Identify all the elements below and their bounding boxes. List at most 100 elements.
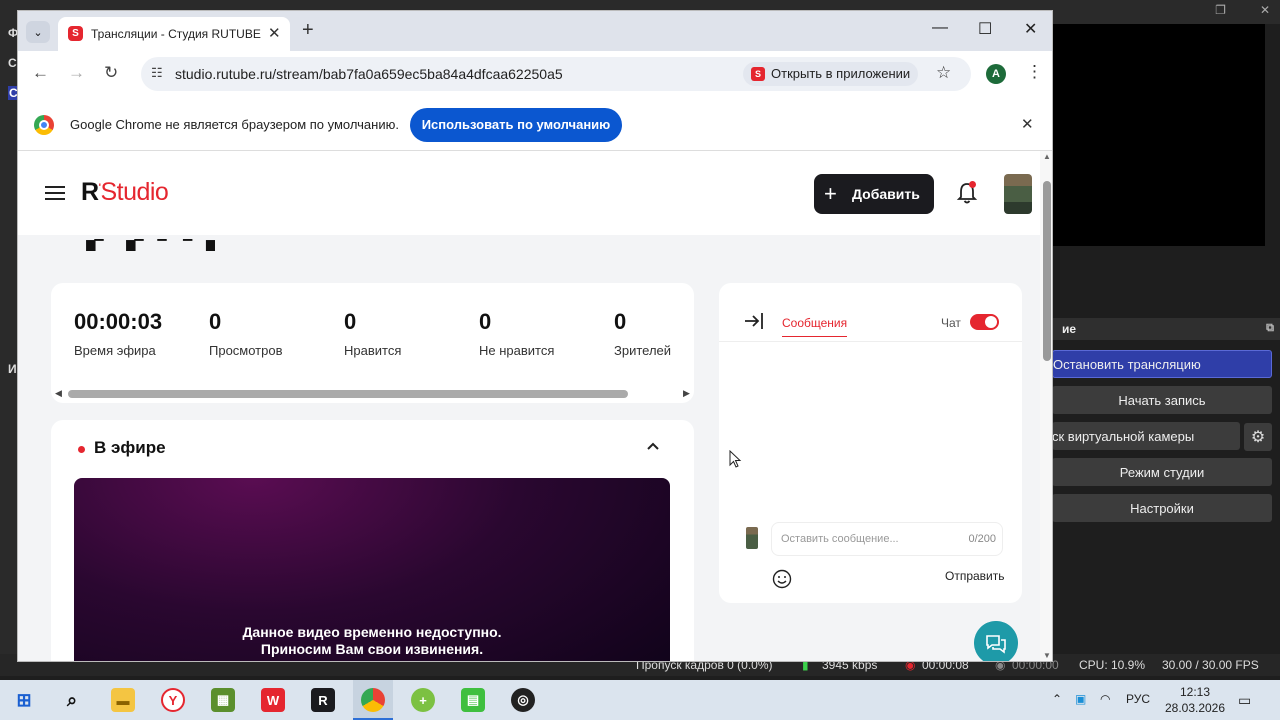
start-record-button[interactable]: Начать запись: [1052, 386, 1272, 414]
obs-icon[interactable]: ◎: [511, 688, 535, 712]
stat-airtime: 00:00:03 Время эфира: [74, 309, 162, 358]
open-in-app-label: Открыть в приложении: [771, 66, 911, 81]
add-button[interactable]: + Добавить: [814, 174, 934, 214]
clock-time: 12:13: [1179, 685, 1211, 699]
obs-preview: [1053, 24, 1265, 246]
open-in-app-button[interactable]: S Открыть в приложении: [743, 62, 919, 86]
user-avatar[interactable]: [1004, 174, 1032, 214]
chevron-up-icon[interactable]: [645, 438, 661, 454]
rutube-app-icon: S: [751, 67, 765, 81]
clock[interactable]: 12:13 28.03.2026: [1160, 684, 1230, 716]
stat-label: Не нравится: [479, 343, 555, 358]
tab-search-chevron-icon[interactable]: ⌄: [26, 21, 50, 43]
chat-message-input[interactable]: Оставить сообщение... 0/200: [771, 522, 1003, 556]
tab-rutube-studio[interactable]: S Трансляции - Студия RUTUBE ✕: [58, 17, 290, 51]
tab-close-icon[interactable]: ✕: [268, 24, 281, 42]
stat-value: 0: [344, 309, 357, 334]
minimize-icon[interactable]: —: [932, 19, 948, 37]
language-indicator[interactable]: РУС: [1126, 692, 1150, 706]
chat-toggle[interactable]: [970, 314, 999, 330]
wps-office-icon[interactable]: W: [261, 688, 285, 712]
obs-close-icon[interactable]: ✕: [1260, 3, 1270, 17]
help-chat-icon[interactable]: [974, 621, 1018, 662]
stat-label: Просмотров: [209, 343, 283, 358]
tab-title: Трансляции - Студия RUTUBE: [91, 27, 261, 41]
logo-studio: Studio: [100, 178, 169, 206]
tab-messages[interactable]: Сообщения: [782, 316, 848, 337]
gear-icon[interactable]: ⚙: [1244, 423, 1272, 451]
scroll-up-icon[interactable]: ▲: [1043, 152, 1051, 161]
rutube-icon[interactable]: R: [311, 688, 335, 712]
stat-likes: 0 Нравится: [344, 309, 401, 358]
menu-kebab-icon[interactable]: ⋮: [1026, 62, 1043, 82]
chrome-window: ⌄ S Трансляции - Студия RUTUBE ✕ + — ☐ ✕…: [17, 10, 1053, 662]
stat-value: 0: [479, 309, 492, 334]
vertical-scrollbar[interactable]: ▲ ▼: [1040, 151, 1052, 661]
back-icon[interactable]: ←: [32, 63, 49, 83]
obs-controls-header: ие ⧉: [1048, 318, 1280, 340]
green-app-icon[interactable]: ▤: [461, 688, 485, 712]
address-bar[interactable]: ☷ studio.rutube.ru/stream/bab7fa0a659ec5…: [141, 57, 971, 91]
page-title-partial: ▗▘ ▗▘ ▘▝ ▗: [78, 239, 215, 251]
video-message-line: Данное видео временно недоступно.: [242, 624, 502, 640]
plus-icon: +: [824, 181, 837, 206]
search-icon[interactable]: ⌕: [60, 688, 84, 712]
obs-controls-title: ие: [1062, 322, 1077, 336]
url-text[interactable]: studio.rutube.ru/stream/bab7fa0a659ec5ba…: [175, 66, 563, 82]
reload-icon[interactable]: ↻: [104, 63, 118, 83]
chat-toggle-label: Чат: [941, 316, 961, 330]
obs-left-letter: И: [8, 362, 17, 376]
set-default-button[interactable]: Использовать по умолчанию: [410, 108, 622, 142]
obs-window-controls: ❐ ✕: [1215, 3, 1270, 17]
obs-restore-icon[interactable]: ❐: [1215, 3, 1226, 17]
folder-icon[interactable]: ▬: [111, 688, 135, 712]
stop-stream-button[interactable]: Остановить трансляцию: [1052, 350, 1272, 378]
stat-label: Время эфира: [74, 343, 156, 358]
stat-views: 0 Просмотров: [209, 309, 283, 358]
notifications-icon[interactable]: ▭: [1238, 692, 1251, 709]
close-icon[interactable]: ✕: [1024, 19, 1037, 39]
collapse-panel-icon[interactable]: [743, 311, 765, 331]
tray-app-icon[interactable]: ▣: [1075, 692, 1086, 706]
horizontal-scrollbar[interactable]: [68, 390, 628, 398]
forward-icon[interactable]: →: [68, 63, 85, 83]
video-player[interactable]: Данное видео временно недоступно. Принос…: [74, 478, 670, 661]
green-plus-app-icon[interactable]: +: [411, 688, 435, 712]
vertical-scroll-thumb[interactable]: [1043, 181, 1051, 361]
minecraft-icon[interactable]: ▦: [211, 688, 235, 712]
live-title: В эфире: [94, 438, 166, 457]
tray-chevron-icon[interactable]: ⌃: [1052, 692, 1062, 706]
chat-card: Сообщения Чат Оставить сообщение... 0/20…: [719, 283, 1022, 603]
stat-value: 0: [209, 309, 222, 334]
chat-char-counter: 0/200: [968, 533, 996, 545]
emoji-icon[interactable]: [772, 569, 792, 589]
chat-user-avatar: [746, 527, 758, 549]
scroll-right-icon[interactable]: ▶: [683, 388, 690, 399]
rutube-studio-logo[interactable]: R'Studio: [81, 178, 169, 207]
new-tab-icon[interactable]: +: [302, 19, 314, 42]
wifi-icon[interactable]: ◠: [1100, 692, 1110, 706]
stat-label: Нравится: [344, 343, 402, 358]
obs-left-panel: Ф С С И: [0, 24, 19, 664]
video-unavailable-message: Данное видео временно недоступно. Принос…: [74, 624, 670, 658]
hamburger-menu-icon[interactable]: [45, 186, 65, 200]
bookmark-star-icon[interactable]: ☆: [936, 63, 951, 83]
chrome-icon[interactable]: [361, 688, 385, 712]
settings-button[interactable]: Настройки: [1052, 494, 1272, 522]
send-message-button[interactable]: Отправить: [945, 569, 1005, 583]
maximize-icon[interactable]: ☐: [978, 19, 992, 39]
dock-icon[interactable]: ⧉: [1266, 322, 1274, 335]
studio-mode-button[interactable]: Режим студии: [1052, 458, 1272, 486]
yandex-browser-icon[interactable]: Y: [161, 688, 185, 712]
profile-avatar[interactable]: A: [986, 64, 1006, 84]
stat-value: 00:00:03: [74, 309, 163, 334]
scroll-down-icon[interactable]: ▼: [1043, 651, 1051, 660]
rutube-favicon-icon: S: [68, 26, 83, 41]
stream-stats-card: 00:00:03 Время эфира 0 Просмотров 0 Нрав…: [51, 283, 694, 403]
page-content: R'Studio + Добавить ▗▘ ▗▘ ▘▝ ▗ 00:00:03 …: [18, 151, 1052, 662]
site-info-icon[interactable]: ☷: [151, 65, 163, 81]
infobar-close-icon[interactable]: ✕: [1021, 115, 1034, 133]
scroll-left-icon[interactable]: ◀: [55, 388, 62, 399]
windows-start-icon[interactable]: ⊞: [12, 688, 36, 712]
virtual-camera-button[interactable]: ск виртуальной камеры: [1052, 422, 1240, 450]
